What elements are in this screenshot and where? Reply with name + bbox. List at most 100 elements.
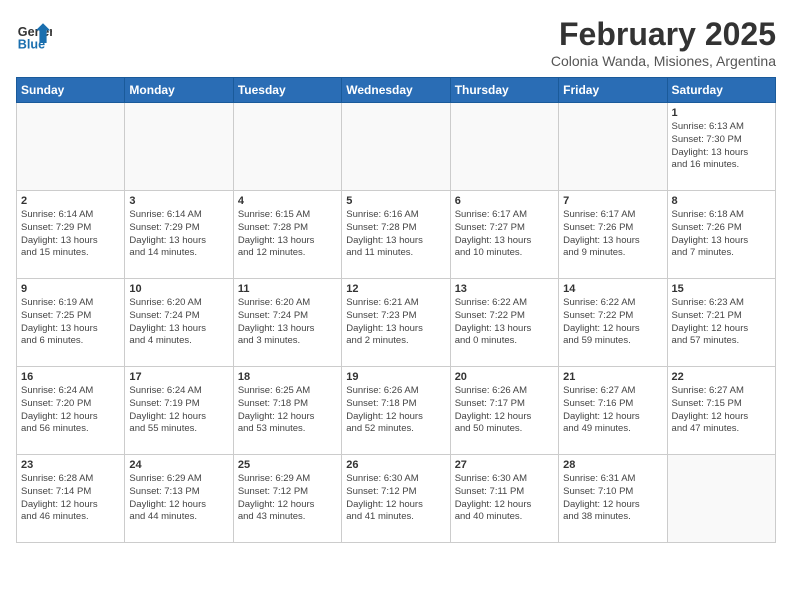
day-number: 12: [346, 283, 445, 295]
location-title: Colonia Wanda, Misiones, Argentina: [551, 53, 776, 69]
calendar-cell: [233, 103, 341, 191]
calendar-cell: 10 Sunrise: 6:20 AM Sunset: 7:24 PM Dayli…: [125, 279, 233, 367]
calendar-cell: 1 Sunrise: 6:13 AM Sunset: 7:30 PM Daylig…: [667, 103, 775, 191]
title-area: February 2025 Colonia Wanda, Misiones, A…: [551, 16, 776, 69]
day-info: Sunrise: 6:23 AM Sunset: 7:21 PM Dayligh…: [672, 297, 771, 348]
day-info: Sunrise: 6:31 AM Sunset: 7:10 PM Dayligh…: [563, 473, 662, 524]
day-number: 24: [129, 459, 228, 471]
calendar-cell: 4 Sunrise: 6:15 AM Sunset: 7:28 PM Daylig…: [233, 191, 341, 279]
calendar-cell: 24 Sunrise: 6:29 AM Sunset: 7:13 PM Dayli…: [125, 455, 233, 543]
calendar-cell: 19 Sunrise: 6:26 AM Sunset: 7:18 PM Dayli…: [342, 367, 450, 455]
calendar-cell: 20 Sunrise: 6:26 AM Sunset: 7:17 PM Dayli…: [450, 367, 558, 455]
calendar-cell: 18 Sunrise: 6:25 AM Sunset: 7:18 PM Dayli…: [233, 367, 341, 455]
day-info: Sunrise: 6:13 AM Sunset: 7:30 PM Dayligh…: [672, 121, 771, 172]
day-number: 21: [563, 371, 662, 383]
month-title: February 2025: [551, 16, 776, 53]
weekday-header-thursday: Thursday: [450, 78, 558, 103]
calendar-cell: 9 Sunrise: 6:19 AM Sunset: 7:25 PM Daylig…: [17, 279, 125, 367]
day-number: 6: [455, 195, 554, 207]
day-info: Sunrise: 6:29 AM Sunset: 7:12 PM Dayligh…: [238, 473, 337, 524]
day-number: 1: [672, 107, 771, 119]
weekday-header-saturday: Saturday: [667, 78, 775, 103]
day-number: 18: [238, 371, 337, 383]
day-info: Sunrise: 6:30 AM Sunset: 7:12 PM Dayligh…: [346, 473, 445, 524]
calendar-cell: 14Sunrise: 6:22 AM Sunset: 7:22 PM Dayli…: [559, 279, 667, 367]
day-info: Sunrise: 6:24 AM Sunset: 7:19 PM Dayligh…: [129, 385, 228, 436]
calendar-cell: [342, 103, 450, 191]
day-info: Sunrise: 6:14 AM Sunset: 7:29 PM Dayligh…: [129, 209, 228, 260]
calendar-cell: 7 Sunrise: 6:17 AM Sunset: 7:26 PM Daylig…: [559, 191, 667, 279]
day-info: Sunrise: 6:25 AM Sunset: 7:18 PM Dayligh…: [238, 385, 337, 436]
day-info: Sunrise: 6:27 AM Sunset: 7:16 PM Dayligh…: [563, 385, 662, 436]
logo-icon: General Blue: [16, 16, 52, 52]
day-info: Sunrise: 6:26 AM Sunset: 7:17 PM Dayligh…: [455, 385, 554, 436]
day-number: 25: [238, 459, 337, 471]
day-number: 22: [672, 371, 771, 383]
day-number: 9: [21, 283, 120, 295]
day-number: 26: [346, 459, 445, 471]
calendar-cell: 26 Sunrise: 6:30 AM Sunset: 7:12 PM Dayli…: [342, 455, 450, 543]
calendar-cell: 25 Sunrise: 6:29 AM Sunset: 7:12 PM Dayli…: [233, 455, 341, 543]
calendar-cell: 6 Sunrise: 6:17 AM Sunset: 7:27 PM Daylig…: [450, 191, 558, 279]
calendar-cell: 12 Sunrise: 6:21 AM Sunset: 7:23 PM Dayli…: [342, 279, 450, 367]
page-header: General Blue February 2025 Colonia Wanda…: [16, 16, 776, 69]
day-info: Sunrise: 6:24 AM Sunset: 7:20 PM Dayligh…: [21, 385, 120, 436]
calendar-cell: [17, 103, 125, 191]
day-info: Sunrise: 6:22 AM Sunset: 7:22 PM Dayligh…: [455, 297, 554, 348]
day-number: 11: [238, 283, 337, 295]
day-info: Sunrise: 6:17 AM Sunset: 7:26 PM Dayligh…: [563, 209, 662, 260]
day-info: Sunrise: 6:19 AM Sunset: 7:25 PM Dayligh…: [21, 297, 120, 348]
calendar-cell: 11 Sunrise: 6:20 AM Sunset: 7:24 PM Dayli…: [233, 279, 341, 367]
day-number: 23: [21, 459, 120, 471]
calendar-cell: 22 Sunrise: 6:27 AM Sunset: 7:15 PM Dayli…: [667, 367, 775, 455]
calendar-cell: 13 Sunrise: 6:22 AM Sunset: 7:22 PM Dayli…: [450, 279, 558, 367]
day-info: Sunrise: 6:20 AM Sunset: 7:24 PM Dayligh…: [238, 297, 337, 348]
calendar-cell: [559, 103, 667, 191]
day-info: Sunrise: 6:28 AM Sunset: 7:14 PM Dayligh…: [21, 473, 120, 524]
day-number: 28: [563, 459, 662, 471]
day-info: Sunrise: 6:29 AM Sunset: 7:13 PM Dayligh…: [129, 473, 228, 524]
day-number: 27: [455, 459, 554, 471]
day-number: 13: [455, 283, 554, 295]
weekday-header-sunday: Sunday: [17, 78, 125, 103]
day-info: Sunrise: 6:26 AM Sunset: 7:18 PM Dayligh…: [346, 385, 445, 436]
day-number: 5: [346, 195, 445, 207]
day-number: 10: [129, 283, 228, 295]
day-info: Sunrise: 6:20 AM Sunset: 7:24 PM Dayligh…: [129, 297, 228, 348]
calendar-cell: 8 Sunrise: 6:18 AM Sunset: 7:26 PM Daylig…: [667, 191, 775, 279]
calendar-cell: 5 Sunrise: 6:16 AM Sunset: 7:28 PM Daylig…: [342, 191, 450, 279]
day-number: 4: [238, 195, 337, 207]
day-info: Sunrise: 6:27 AM Sunset: 7:15 PM Dayligh…: [672, 385, 771, 436]
day-number: 17: [129, 371, 228, 383]
calendar-cell: [450, 103, 558, 191]
calendar-cell: 2 Sunrise: 6:14 AM Sunset: 7:29 PM Daylig…: [17, 191, 125, 279]
day-number: 3: [129, 195, 228, 207]
day-number: 16: [21, 371, 120, 383]
day-number: 7: [563, 195, 662, 207]
day-number: 8: [672, 195, 771, 207]
calendar-cell: 27 Sunrise: 6:30 AM Sunset: 7:11 PM Dayli…: [450, 455, 558, 543]
weekday-header-wednesday: Wednesday: [342, 78, 450, 103]
calendar-table: SundayMondayTuesdayWednesdayThursdayFrid…: [16, 77, 776, 543]
day-info: Sunrise: 6:14 AM Sunset: 7:29 PM Dayligh…: [21, 209, 120, 260]
day-number: 19: [346, 371, 445, 383]
day-info: Sunrise: 6:15 AM Sunset: 7:28 PM Dayligh…: [238, 209, 337, 260]
day-number: 14: [563, 283, 662, 295]
weekday-header-monday: Monday: [125, 78, 233, 103]
day-info: Sunrise: 6:30 AM Sunset: 7:11 PM Dayligh…: [455, 473, 554, 524]
day-number: 20: [455, 371, 554, 383]
day-info: Sunrise: 6:18 AM Sunset: 7:26 PM Dayligh…: [672, 209, 771, 260]
calendar-cell: 17 Sunrise: 6:24 AM Sunset: 7:19 PM Dayli…: [125, 367, 233, 455]
day-info: Sunrise: 6:17 AM Sunset: 7:27 PM Dayligh…: [455, 209, 554, 260]
weekday-header-friday: Friday: [559, 78, 667, 103]
day-number: 15: [672, 283, 771, 295]
day-info: Sunrise: 6:21 AM Sunset: 7:23 PM Dayligh…: [346, 297, 445, 348]
calendar-cell: 16 Sunrise: 6:24 AM Sunset: 7:20 PM Dayli…: [17, 367, 125, 455]
calendar-cell: 15 Sunrise: 6:23 AM Sunset: 7:21 PM Dayli…: [667, 279, 775, 367]
calendar-cell: 28 Sunrise: 6:31 AM Sunset: 7:10 PM Dayli…: [559, 455, 667, 543]
day-info: Sunrise: 6:16 AM Sunset: 7:28 PM Dayligh…: [346, 209, 445, 260]
calendar-cell: 23 Sunrise: 6:28 AM Sunset: 7:14 PM Dayli…: [17, 455, 125, 543]
weekday-header-tuesday: Tuesday: [233, 78, 341, 103]
calendar-cell: 21 Sunrise: 6:27 AM Sunset: 7:16 PM Dayli…: [559, 367, 667, 455]
day-number: 2: [21, 195, 120, 207]
